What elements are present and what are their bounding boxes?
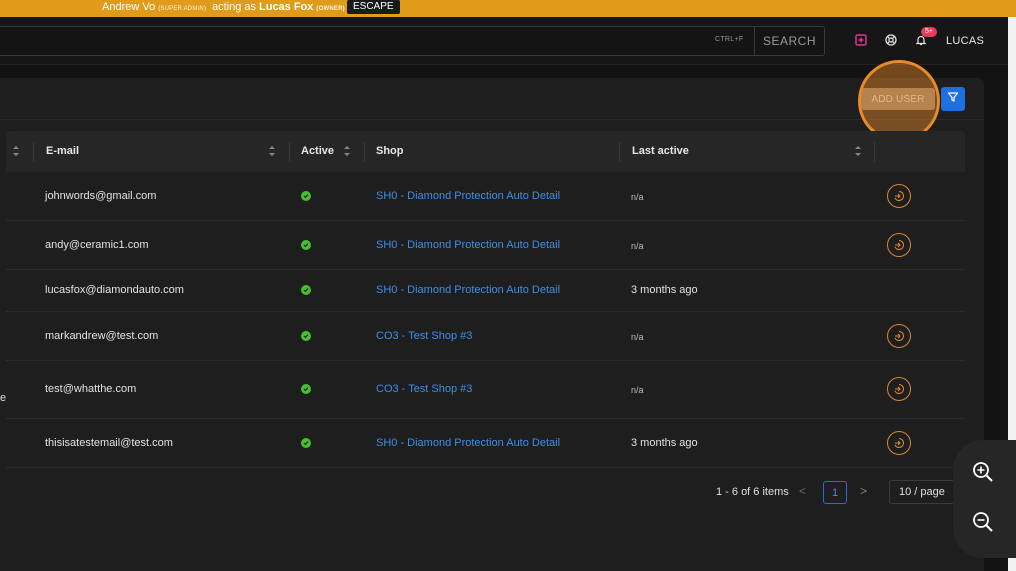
add-square-icon[interactable]: [854, 33, 868, 47]
filter-button[interactable]: [941, 87, 965, 111]
row-last-active: 3 months ago: [631, 437, 698, 449]
column-header-active[interactable]: Active: [301, 145, 334, 157]
zoom-in-icon[interactable]: [971, 460, 995, 484]
support-icon[interactable]: [884, 33, 898, 47]
column-header-shop[interactable]: Shop: [376, 145, 404, 157]
row-email: lucasfox@diamondauto.com: [45, 284, 184, 296]
column-divider: [619, 142, 620, 162]
row-last-active: 3 months ago: [631, 284, 698, 296]
escape-button[interactable]: ESCAPE: [347, 0, 400, 14]
active-check-icon: [301, 384, 311, 394]
login-as-icon[interactable]: [887, 431, 911, 455]
page-size-select[interactable]: 10 / page: [889, 480, 955, 504]
row-shop-link[interactable]: SH0 - Diamond Protection Auto Detail: [376, 239, 560, 251]
prev-page-button[interactable]: <: [799, 484, 806, 498]
column-divider: [364, 142, 365, 162]
table-row[interactable]: markandrew@test.com CO3 - Test Shop #3 n…: [6, 312, 965, 361]
row-last-active: n/a: [631, 241, 644, 251]
table-row[interactable]: andy@ceramic1.com SH0 - Diamond Protecti…: [6, 221, 965, 270]
row-email: test@whatthe.com: [45, 383, 137, 395]
sort-active-icon[interactable]: [343, 144, 351, 158]
notification-badge: 5+: [921, 27, 937, 37]
row-email: andy@ceramic1.com: [45, 239, 149, 251]
zoom-controls: [953, 440, 1016, 558]
page-1-button[interactable]: 1: [823, 481, 847, 504]
login-as-icon[interactable]: [887, 184, 911, 208]
column-divider: [33, 142, 34, 162]
table-row[interactable]: e test@whatthe.com CO3 - Test Shop #3 n/…: [0, 361, 965, 419]
pagination-range: 1 - 6 of 6 items: [716, 486, 789, 498]
row-shop-link[interactable]: CO3 - Test Shop #3: [376, 330, 472, 342]
row-shop-link[interactable]: SH0 - Diamond Protection Auto Detail: [376, 190, 560, 202]
column-header-last-active[interactable]: Last active: [632, 145, 689, 157]
next-page-button[interactable]: >: [860, 484, 867, 498]
column-divider: [289, 142, 290, 162]
row-last-active: n/a: [631, 332, 644, 342]
truncated-cell-text: e: [0, 392, 7, 404]
column-divider: [874, 142, 875, 162]
impersonated-user-name: Lucas Fox: [259, 1, 314, 13]
sort-icon[interactable]: [12, 144, 20, 158]
impersonation-banner: Andrew Vo (SUPER ADMIN) acting as Lucas F…: [0, 0, 1016, 17]
table-row[interactable]: lucasfox@diamondauto.com SH0 - Diamond P…: [6, 270, 965, 312]
global-search: CTRL+F SEARCH: [0, 26, 825, 56]
row-last-active: n/a: [631, 192, 644, 202]
active-check-icon: [301, 285, 311, 295]
login-as-icon[interactable]: [887, 324, 911, 348]
login-as-icon[interactable]: [887, 233, 911, 257]
row-shop-link[interactable]: SH0 - Diamond Protection Auto Detail: [376, 284, 560, 296]
sort-last-active-icon[interactable]: [854, 144, 862, 158]
card-header: ADD USER: [0, 78, 984, 120]
row-email: markandrew@test.com: [45, 330, 159, 342]
login-as-icon[interactable]: [887, 377, 911, 401]
app-root: Andrew Vo (SUPER ADMIN) acting as Lucas F…: [0, 0, 1016, 571]
zoom-out-icon[interactable]: [971, 510, 995, 534]
impersonated-user: Lucas Fox (OWNER): [259, 1, 345, 13]
admin-role: (SUPER ADMIN): [158, 6, 207, 12]
search-input[interactable]: [5, 31, 695, 51]
acting-as-text: acting as: [212, 1, 257, 13]
table-row[interactable]: thisisatestemail@test.com SH0 - Diamond …: [6, 419, 965, 468]
admin-name-text: Andrew Vo: [102, 1, 156, 13]
impersonated-user-role: (OWNER): [316, 6, 345, 12]
filter-icon: [947, 90, 959, 108]
row-shop-link[interactable]: SH0 - Diamond Protection Auto Detail: [376, 437, 560, 449]
row-shop-link[interactable]: CO3 - Test Shop #3: [376, 383, 472, 395]
admin-name: Andrew Vo (SUPER ADMIN): [102, 1, 206, 13]
active-check-icon: [301, 191, 311, 201]
table-row[interactable]: johnwords@gmail.com SH0 - Diamond Protec…: [6, 172, 965, 221]
row-email: thisisatestemail@test.com: [45, 437, 173, 449]
search-shortcut-hint: CTRL+F: [715, 36, 744, 43]
add-user-button[interactable]: ADD USER: [861, 88, 935, 110]
top-bar: CTRL+F SEARCH 5+ LUCAS: [0, 17, 1008, 65]
table-header: E-mail Active Shop Last active: [6, 131, 965, 172]
row-last-active: n/a: [631, 385, 644, 395]
search-button[interactable]: SEARCH: [754, 27, 824, 55]
column-header-email[interactable]: E-mail: [46, 145, 79, 157]
row-email: johnwords@gmail.com: [45, 190, 157, 202]
active-check-icon: [301, 240, 311, 250]
active-check-icon: [301, 331, 311, 341]
sort-email-icon[interactable]: [268, 144, 276, 158]
user-menu[interactable]: LUCAS: [946, 35, 984, 47]
active-check-icon: [301, 438, 311, 448]
